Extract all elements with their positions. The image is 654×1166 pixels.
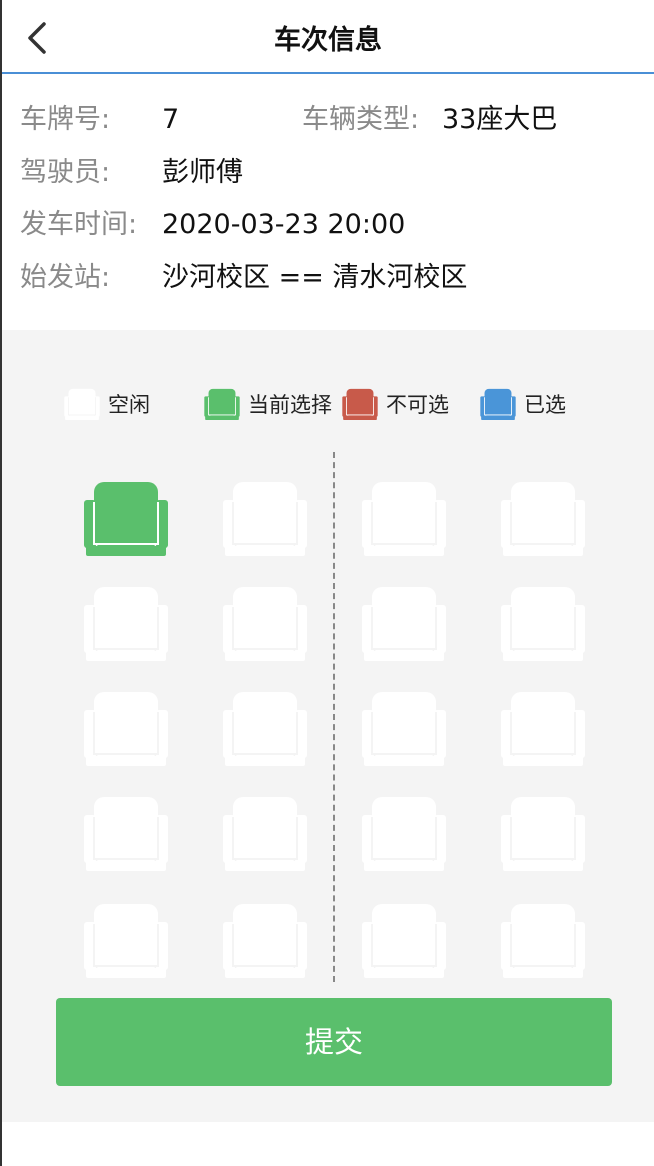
seat-free-icon <box>64 388 100 420</box>
seat-2-2[interactable] <box>223 585 307 661</box>
vehicle-type-value: 33座大巴 <box>442 104 558 135</box>
aisle-divider <box>333 452 335 982</box>
seat-5-3[interactable] <box>362 902 446 978</box>
seat-1-1[interactable] <box>84 480 168 556</box>
seat-free-icon <box>362 797 446 871</box>
seat-4-1[interactable] <box>84 795 168 871</box>
seat-current-icon <box>204 388 240 420</box>
seat-unavailable-icon <box>342 388 378 420</box>
seat-free-icon <box>223 692 307 766</box>
seat-1-4[interactable] <box>501 480 585 556</box>
seat-2-4[interactable] <box>501 585 585 661</box>
seat-free-icon <box>501 904 585 978</box>
trip-info: 车牌号: 7 车辆类型: 33座大巴 驾驶员: 彭师傅 发车时间: 2020-0… <box>2 74 654 330</box>
seat-free-icon <box>501 587 585 661</box>
plate-value: 7 <box>162 104 180 135</box>
seat-free-icon <box>84 904 168 978</box>
seat-5-4[interactable] <box>501 902 585 978</box>
seat-free-icon <box>362 904 446 978</box>
seat-free-icon <box>223 904 307 978</box>
page-title: 车次信息 <box>274 25 382 56</box>
departure-time-label: 发车时间: <box>20 209 138 240</box>
seat-3-3[interactable] <box>362 690 446 766</box>
seat-3-4[interactable] <box>501 690 585 766</box>
seat-free-icon <box>84 692 168 766</box>
seat-1-3[interactable] <box>362 480 446 556</box>
legend-label-selected: 已选 <box>524 393 566 417</box>
vehicle-type-label: 车辆类型: <box>302 104 420 135</box>
seat-5-2[interactable] <box>223 902 307 978</box>
legend-current: 当前选择 <box>204 386 332 422</box>
legend-free: 空闲 <box>64 386 150 422</box>
plate-label: 车牌号: <box>20 104 111 135</box>
seat-2-1[interactable] <box>84 585 168 661</box>
seat-5-1[interactable] <box>84 902 168 978</box>
seat-free-icon <box>362 692 446 766</box>
legend-unavailable: 不可选 <box>342 386 449 422</box>
header-bar: 车次信息 <box>2 0 654 74</box>
seat-free-icon <box>501 797 585 871</box>
seat-current-icon <box>84 482 168 556</box>
seat-free-icon <box>84 797 168 871</box>
station-label: 始发站: <box>20 262 111 293</box>
legend-label-free: 空闲 <box>108 393 150 417</box>
seat-4-2[interactable] <box>223 795 307 871</box>
legend-label-unavailable: 不可选 <box>386 393 449 417</box>
departure-time-value: 2020-03-23 20:00 <box>162 209 406 240</box>
seat-map: 空闲 当前选择 不可选 已选 提交 <box>2 330 654 1122</box>
seat-selected-icon <box>480 388 516 420</box>
seat-free-icon <box>223 797 307 871</box>
seat-free-icon <box>362 482 446 556</box>
seat-free-icon <box>84 587 168 661</box>
app-frame: 车次信息 车牌号: 7 车辆类型: 33座大巴 驾驶员: 彭师傅 发车时间: 2… <box>0 0 654 1166</box>
seat-free-icon <box>501 692 585 766</box>
seat-1-2[interactable] <box>223 480 307 556</box>
station-value: 沙河校区 == 清水河校区 <box>162 262 468 293</box>
driver-label: 驾驶员: <box>20 157 111 188</box>
seat-3-1[interactable] <box>84 690 168 766</box>
seat-3-2[interactable] <box>223 690 307 766</box>
submit-button[interactable]: 提交 <box>56 998 612 1086</box>
seat-free-icon <box>223 587 307 661</box>
seat-4-3[interactable] <box>362 795 446 871</box>
seat-free-icon <box>362 587 446 661</box>
legend-label-current: 当前选择 <box>248 393 332 417</box>
seat-2-3[interactable] <box>362 585 446 661</box>
legend-selected: 已选 <box>480 386 566 422</box>
seat-free-icon <box>223 482 307 556</box>
driver-value: 彭师傅 <box>162 157 243 188</box>
seat-4-4[interactable] <box>501 795 585 871</box>
seat-free-icon <box>501 482 585 556</box>
